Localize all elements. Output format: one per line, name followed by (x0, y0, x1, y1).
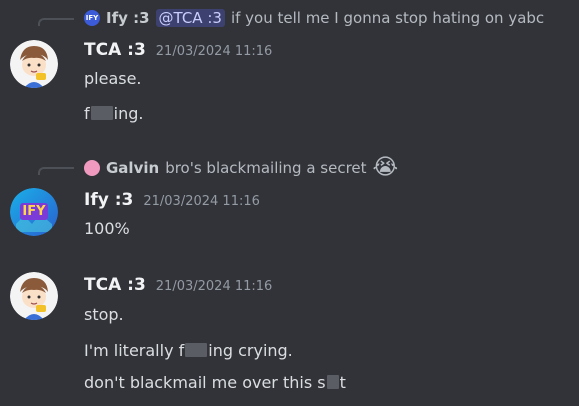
reply-preview[interactable]: IFY Ify :3 @TCA :3 if you tell me I gonn… (84, 8, 544, 28)
censor-bar (90, 106, 113, 120)
message-header: TCA :3 21/03/2024 11:16 (84, 40, 272, 62)
message-text: don't blackmail me over this st (84, 373, 346, 392)
reply-mention[interactable]: @TCA :3 (155, 9, 225, 27)
message-text: 100% (84, 219, 130, 238)
reply-text: if you tell me I gonna stop hating on ya… (230, 9, 545, 27)
crying-emoji-icon: 😭 (372, 155, 399, 180)
reply-author[interactable]: Galvin (106, 159, 159, 177)
message-header: TCA :3 21/03/2024 11:16 (84, 275, 272, 297)
reply-text: bro's blackmailing a secret (165, 159, 367, 177)
timestamp: 21/03/2024 11:16 (155, 279, 273, 294)
reply-avatar: IFY (84, 10, 100, 26)
censor-bar (326, 375, 339, 389)
reply-author[interactable]: Ify :3 (106, 9, 150, 27)
avatar[interactable] (10, 40, 58, 88)
avatar[interactable]: IFY (10, 188, 58, 236)
timestamp: 21/03/2024 11:16 (143, 194, 260, 209)
message-text: f ing. (84, 104, 144, 123)
avatar-text: IFY (22, 204, 46, 219)
reply-connector (38, 18, 74, 26)
username[interactable]: TCA :3 (84, 40, 146, 60)
message-header: Ify :3 21/03/2024 11:16 (84, 190, 260, 212)
timestamp: 21/03/2024 11:16 (155, 44, 273, 59)
reply-avatar (84, 160, 100, 176)
avatar[interactable] (10, 272, 58, 320)
message-text: I'm literally f ing crying. (84, 341, 293, 360)
message-text: please. (84, 69, 142, 88)
censor-bar (185, 343, 208, 357)
username[interactable]: TCA :3 (84, 275, 146, 295)
reply-preview[interactable]: Galvin bro's blackmailing a secret 😭 (84, 155, 399, 180)
message-text: stop. (84, 305, 124, 324)
username[interactable]: Ify :3 (84, 190, 133, 210)
reply-connector (38, 167, 74, 175)
